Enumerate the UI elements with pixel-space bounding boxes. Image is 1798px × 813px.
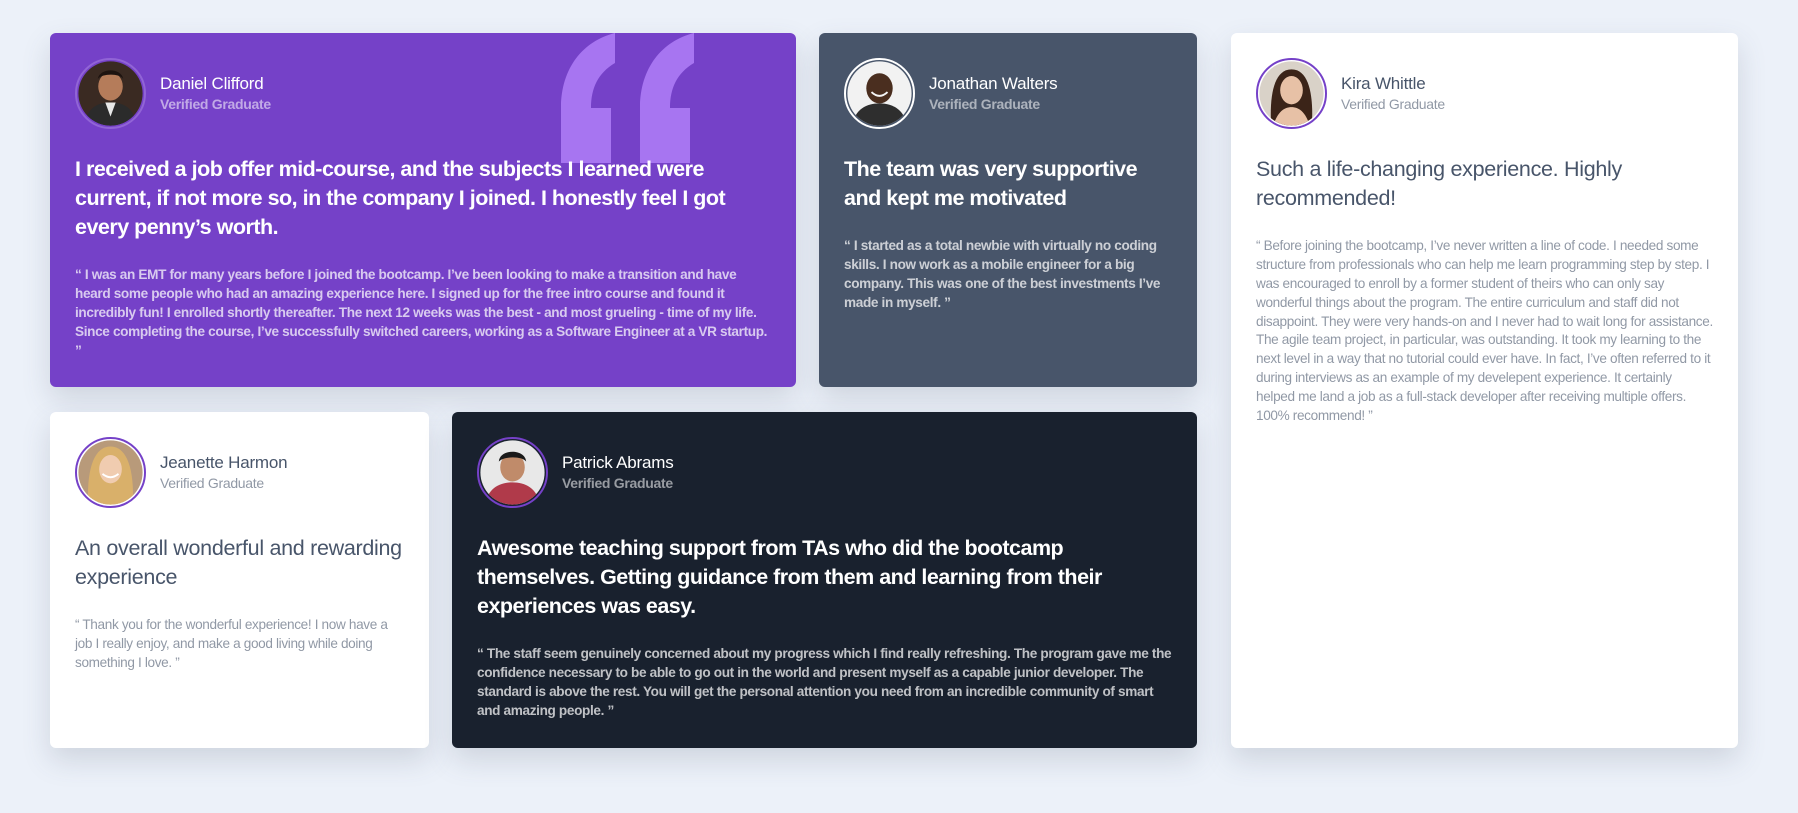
testimonial-headline: The team was very supportive and kept me… — [844, 157, 1138, 211]
testimonial-headline: An overall wonderful and rewarding exper… — [75, 536, 402, 590]
kira-avatar-icon — [1256, 58, 1327, 129]
testimonial-quote: “ Thank you for the wonderful experience… — [75, 617, 388, 670]
author-name: Patrick Abrams — [562, 453, 674, 473]
testimonial-card-kira: Kira Whittle Verified Graduate Such a li… — [1231, 33, 1738, 748]
testimonial-quote: “ Before joining the bootcamp, I’ve neve… — [1256, 238, 1713, 424]
testimonial-headline: Such a life-changing experience. Highly … — [1256, 157, 1622, 211]
testimonial-card-daniel: Daniel Clifford Verified Graduate I rece… — [50, 33, 796, 387]
card-header: Daniel Clifford Verified Graduate — [75, 58, 771, 129]
testimonial-card-patrick: Patrick Abrams Verified Graduate Awesome… — [452, 412, 1197, 748]
card-header: Jeanette Harmon Verified Graduate — [75, 437, 404, 508]
card-header: Jonathan Walters Verified Graduate — [844, 58, 1172, 129]
author-role: Verified Graduate — [562, 474, 673, 491]
testimonial-card-jeanette: Jeanette Harmon Verified Graduate An ove… — [50, 412, 429, 748]
author-name: Kira Whittle — [1341, 74, 1426, 94]
author-name: Jeanette Harmon — [160, 453, 288, 473]
card-header: Kira Whittle Verified Graduate — [1256, 58, 1713, 129]
jeanette-avatar-icon — [75, 437, 146, 508]
patrick-avatar-icon — [477, 437, 548, 508]
testimonial-quote: “ I started as a total newbie with virtu… — [844, 238, 1161, 310]
testimonial-quote: “ The staff seem genuinely concerned abo… — [477, 646, 1172, 718]
testimonial-headline: I received a job offer mid-course, and t… — [75, 157, 726, 240]
author-name: Daniel Clifford — [160, 74, 264, 94]
author-role: Verified Graduate — [160, 474, 264, 491]
testimonial-quote: “ I was an EMT for many years before I j… — [75, 267, 768, 358]
daniel-avatar-icon — [75, 58, 146, 129]
author-role: Verified Graduate — [1341, 95, 1445, 112]
jonathan-avatar-icon — [844, 58, 915, 129]
author-role: Verified Graduate — [160, 95, 271, 112]
testimonial-headline: Awesome teaching support from TAs who di… — [477, 536, 1102, 619]
author-name: Jonathan Walters — [929, 74, 1058, 94]
author-role: Verified Graduate — [929, 95, 1040, 112]
card-header: Patrick Abrams Verified Graduate — [477, 437, 1172, 508]
testimonial-card-jonathan: Jonathan Walters Verified Graduate The t… — [819, 33, 1197, 387]
